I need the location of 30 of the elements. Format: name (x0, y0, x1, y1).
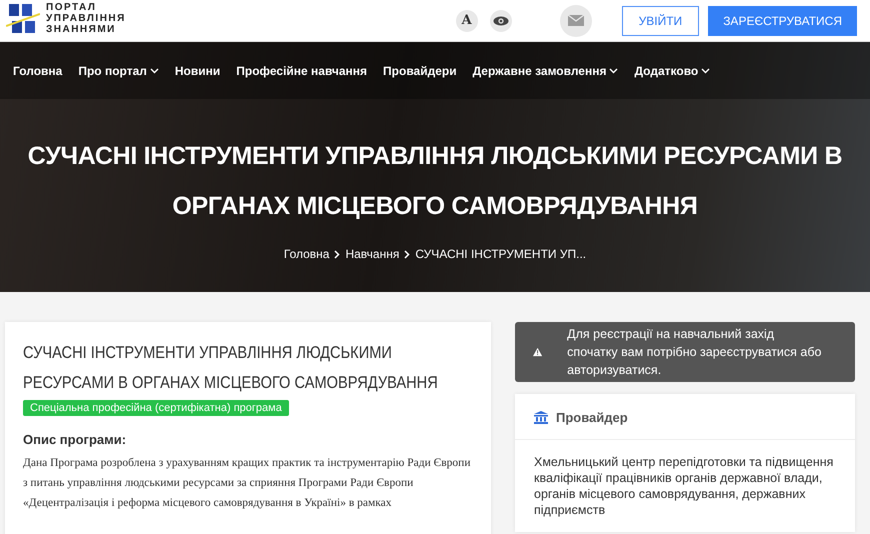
breadcrumb-link[interactable]: Головна (284, 247, 330, 261)
font-size-button[interactable]: A (456, 10, 478, 32)
page-title: СУЧАСНІ ІНСТРУМЕНТИ УПРАВЛІННЯ ЛЮДСЬКИМИ РЕСУРСАМИ В ОРГАНАХ МІСЦЕВОГО САМОВРЯДУВАННЯ (26, 141, 844, 222)
mail-icon[interactable] (560, 4, 592, 36)
logo-text: ПОРТАЛ (46, 2, 98, 13)
provider-heading: Провайдер (556, 410, 628, 425)
eye-icon[interactable] (490, 10, 512, 32)
breadcrumb-link[interactable]: Навчання (345, 247, 400, 261)
register-button[interactable]: ЗАРЕЄСТРУВАТИСЯ (708, 6, 857, 36)
course-title: СУЧАСНІ ІНСТРУМЕНТИ УПРАВЛІННЯ ЛЮДСЬКИМИ РЕСУРСАМИ В ОРГАНАХ МІСЦЕВОГО САМОВРЯДУВАННЯ (23, 342, 439, 394)
chevron-icon (404, 250, 410, 258)
program-tag: Спеціальна професійна (сертифікатна) програма (23, 400, 289, 416)
breadcrumb-link[interactable]: СУЧАСНІ ІНСТРУМЕНТИ УП... (415, 247, 586, 261)
nav-link[interactable]: Державне замовлення (472, 64, 618, 78)
login-button[interactable]: УВІЙТИ (622, 6, 700, 36)
chevron-icon (334, 250, 340, 258)
provider-name: Хмельницький центр перепідготовки та підвищення кваліфікації працівників органів державної влади, органів місцевого самоврядування, державних підприємств (533, 454, 834, 519)
logo-text: УПРАВЛІННЯ (46, 13, 126, 24)
nav-link[interactable]: Новини (174, 64, 220, 78)
logo-icon (6, 2, 40, 36)
logo-text: ЗНАННЯМИ (46, 24, 117, 35)
nav-link[interactable]: Головна (13, 64, 62, 78)
nav-link[interactable]: Провайдери (383, 64, 457, 78)
description-text: Дана Програма розроблена з урахуванням кращих практик та інструментарію Ради Європи з питань управління людськими ресурсами за сприяння Програми Ради Європи «Децентралізація і реформа місцевого самоврядування в Україні» в рамках (23, 456, 472, 511)
alert-text: Для реєстрації на навчальний захід спочатку вам потрібно зареєструватися або авторизуватися. (567, 326, 822, 379)
bank-icon (534, 411, 548, 424)
nav-link[interactable]: Професійне навчання (236, 64, 368, 78)
description-heading: Опис програми: (23, 432, 128, 447)
nav-link[interactable]: Про портал (78, 64, 159, 78)
nav-link[interactable]: Додатково (634, 64, 710, 78)
